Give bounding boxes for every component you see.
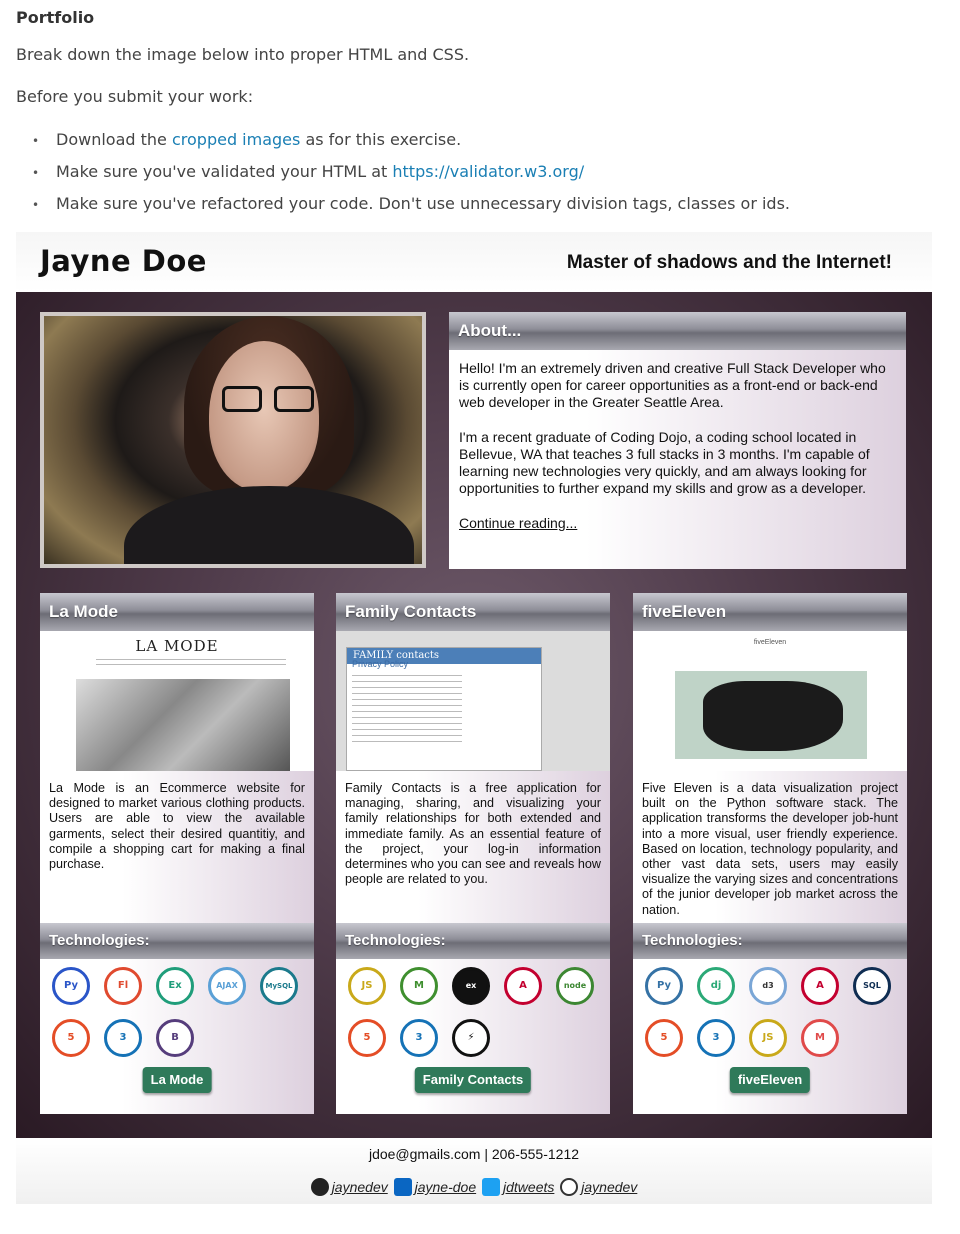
about-body: Hello! I'm an extremely driven and creat… xyxy=(449,350,906,569)
python-icon: Py xyxy=(645,967,683,1005)
mysql-icon: MySQL xyxy=(260,967,298,1005)
bootstrap-icon: B xyxy=(156,1019,194,1057)
mongodb-icon: M xyxy=(400,967,438,1005)
about-title: About... xyxy=(449,312,906,350)
project-card-fiveeleven: fiveEleven fiveEleven Five Eleven is a d… xyxy=(633,593,907,1114)
portfolio-mockup: Jayne Doe Master of shadows and the Inte… xyxy=(16,232,932,1204)
list-item: • Make sure you've refactored your code. … xyxy=(32,194,791,213)
instructions-heading: Portfolio xyxy=(16,8,95,27)
social-links: jaynedev jayne-doe jdtweets jaynedev xyxy=(16,1178,932,1196)
project-card-family-contacts: Family Contacts FAMILY contacts Privacy … xyxy=(336,593,610,1114)
javascript-icon: JS xyxy=(348,967,386,1005)
card-title: La Mode xyxy=(40,593,314,631)
site-tagline: Master of shadows and the Internet! xyxy=(566,252,892,273)
cropped-images-link[interactable]: cropped images xyxy=(172,130,300,149)
card-title: fiveEleven xyxy=(633,593,907,631)
materialize-icon: M xyxy=(801,1019,839,1057)
twitter-icon xyxy=(482,1178,501,1196)
contact-info: jdoe@gmails.com | 206-555-1212 xyxy=(368,1146,580,1162)
javascript-icon: JS xyxy=(749,1019,787,1057)
django-icon: dj xyxy=(697,967,735,1005)
css3-icon: 3 xyxy=(104,1019,142,1057)
github-link[interactable]: jaynedev xyxy=(332,1179,388,1195)
github-icon xyxy=(310,1178,329,1196)
mock-body: About... Hello! I'm an extremely driven … xyxy=(16,292,932,1138)
list-item: • Make sure you've validated your HTML at… xyxy=(32,162,585,181)
family-contacts-button[interactable]: Family Contacts xyxy=(414,1067,532,1093)
about-paragraph: Hello! I'm an extremely driven and creat… xyxy=(459,360,886,410)
about-paragraph: I'm a recent graduate of Coding Dojo, a … xyxy=(459,429,870,496)
css3-icon: 3 xyxy=(697,1019,735,1057)
linkedin-link[interactable]: jayne-doe xyxy=(415,1179,477,1195)
mock-footer: jdoe@gmails.com | 206-555-1212 jaynedev … xyxy=(16,1138,932,1204)
instructions-before: Before you submit your work: xyxy=(16,87,254,106)
dribbble-icon xyxy=(560,1178,579,1196)
flask-icon: Fl xyxy=(104,967,142,1005)
linkedin-icon xyxy=(393,1178,412,1196)
about-panel: About... Hello! I'm an extremely driven … xyxy=(449,312,906,569)
express-icon: ex xyxy=(452,967,490,1005)
bullet-text: Make sure you've validated your HTML at xyxy=(56,162,393,181)
instructions-intro: Break down the image below into proper H… xyxy=(16,45,470,64)
technologies-title: Technologies: xyxy=(336,923,610,959)
card-title: Family Contacts xyxy=(336,593,610,631)
bullet-text: Download the xyxy=(56,130,172,149)
project-card-la-mode: La Mode LA MODE La Mode is an Ecommerce … xyxy=(40,593,314,1114)
python-icon: Py xyxy=(52,967,90,1005)
continue-reading-link[interactable]: Continue reading... xyxy=(459,515,577,531)
html5-icon: 5 xyxy=(348,1019,386,1057)
project-screenshot: FAMILY contacts Privacy Policy xyxy=(336,631,610,771)
mock-header: Jayne Doe Master of shadows and the Inte… xyxy=(16,232,932,292)
technologies-title: Technologies: xyxy=(40,923,314,959)
sqlite-icon: SQL xyxy=(853,967,891,1005)
html5-icon: 5 xyxy=(645,1019,683,1057)
css3-icon: 3 xyxy=(400,1019,438,1057)
card-description: Family Contacts is a free application fo… xyxy=(336,771,610,923)
la-mode-button[interactable]: La Mode xyxy=(142,1067,212,1093)
technologies-list: Py dj d3 A SQL 5 3 JS M fiveEleven xyxy=(633,959,907,1114)
screenshot-title: fiveEleven xyxy=(753,639,787,646)
ajax-icon: AJAX xyxy=(208,967,246,1005)
project-screenshot: fiveEleven xyxy=(633,631,907,771)
socketio-icon: ⚡ xyxy=(452,1019,490,1057)
angular-icon: A xyxy=(801,967,839,1005)
technologies-list: JS M ex A node 5 3 ⚡ Family Contacts xyxy=(336,959,610,1114)
d3js-icon: d3 xyxy=(749,967,787,1005)
card-description: Five Eleven is a data visualization proj… xyxy=(633,771,907,923)
bullet-text: Make sure you've refactored your code. D… xyxy=(56,194,791,213)
instructions-list: • Download the cropped images as for this… xyxy=(32,128,790,224)
fiveeleven-button[interactable]: fiveEleven xyxy=(729,1067,811,1093)
site-name: Jayne Doe xyxy=(40,244,207,278)
express-icon: Ex xyxy=(156,967,194,1005)
list-item: • Download the cropped images as for this… xyxy=(32,130,462,149)
profile-photo xyxy=(40,312,426,568)
card-description: La Mode is an Ecommerce website for desi… xyxy=(40,771,314,923)
validator-link[interactable]: https://validator.w3.org/ xyxy=(392,162,584,181)
twitter-link[interactable]: jdtweets xyxy=(503,1179,554,1195)
html5-icon: 5 xyxy=(52,1019,90,1057)
screenshot-title: LA MODE xyxy=(135,637,219,655)
technologies-list: Py Fl Ex AJAX MySQL 5 3 B La Mode xyxy=(40,959,314,1114)
angular-icon: A xyxy=(504,967,542,1005)
nodejs-icon: node xyxy=(556,967,594,1005)
technologies-title: Technologies: xyxy=(633,923,907,959)
dribbble-link[interactable]: jaynedev xyxy=(581,1179,637,1195)
project-screenshot: LA MODE xyxy=(40,631,314,771)
screenshot-heading: Privacy Policy xyxy=(352,659,409,669)
bullet-text: as for this exercise. xyxy=(300,130,462,149)
